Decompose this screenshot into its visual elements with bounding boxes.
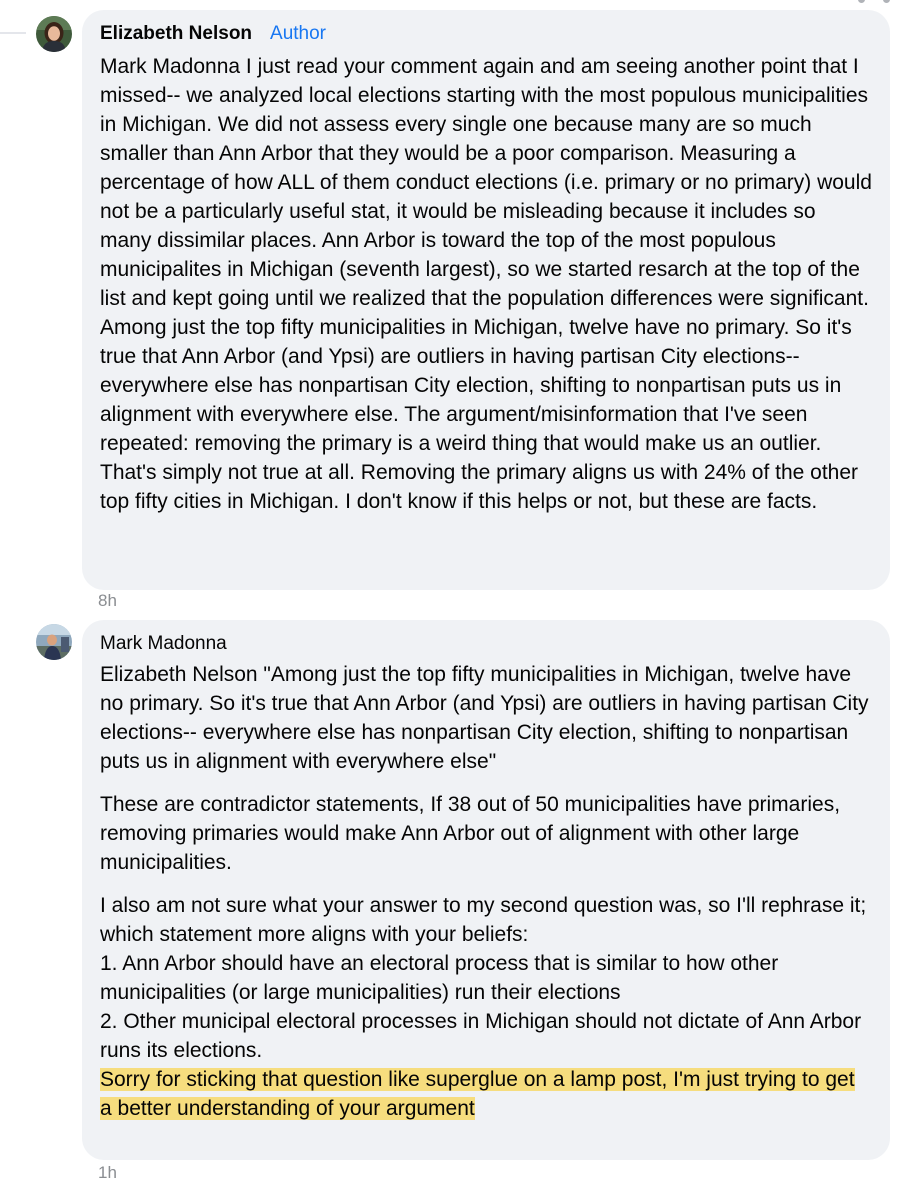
- overflow-dot-icon: [883, 0, 890, 3]
- author-name[interactable]: Elizabeth Nelson: [100, 22, 252, 46]
- comment-paragraph: I also am not sure what your answer to m…: [100, 891, 872, 1123]
- comment-line: 2. Other municipal electoral processes i…: [100, 1010, 862, 1062]
- comment-line: I also am not sure what your answer to m…: [100, 894, 867, 946]
- comment-header: Mark Madonna: [100, 632, 872, 656]
- author-badge: Author: [270, 23, 327, 44]
- avatar-mark-madonna[interactable]: [36, 624, 72, 660]
- comment-paragraph: Elizabeth Nelson "Among just the top fif…: [100, 663, 869, 773]
- comment-bubble: Mark Madonna Elizabeth Nelson "Among jus…: [82, 620, 890, 1160]
- comment-line: 1. Ann Arbor should have an electoral pr…: [100, 952, 779, 1004]
- author-name[interactable]: Mark Madonna: [100, 632, 227, 656]
- comment-paragraph: These are contradictor statements, If 38…: [100, 793, 841, 874]
- comment-header: Elizabeth Nelson Author: [100, 22, 872, 46]
- highlighted-text: Sorry for sticking that question like su…: [100, 1068, 855, 1120]
- comment-text: Mark Madonna I just read your comment ag…: [100, 55, 872, 513]
- profile-photo-icon: [36, 16, 72, 52]
- comment-text: Elizabeth Nelson "Among just the top fif…: [100, 660, 872, 1123]
- comment-bubble: Elizabeth Nelson Author Mark Madonna I j…: [82, 10, 890, 590]
- comment-timestamp[interactable]: 1h: [98, 1163, 117, 1183]
- comment-timestamp[interactable]: 8h: [98, 591, 117, 611]
- thread-connector-line: [0, 32, 26, 34]
- avatar-elizabeth-nelson[interactable]: [36, 16, 72, 52]
- profile-photo-icon: [36, 624, 72, 660]
- overflow-dot-icon: [858, 0, 865, 3]
